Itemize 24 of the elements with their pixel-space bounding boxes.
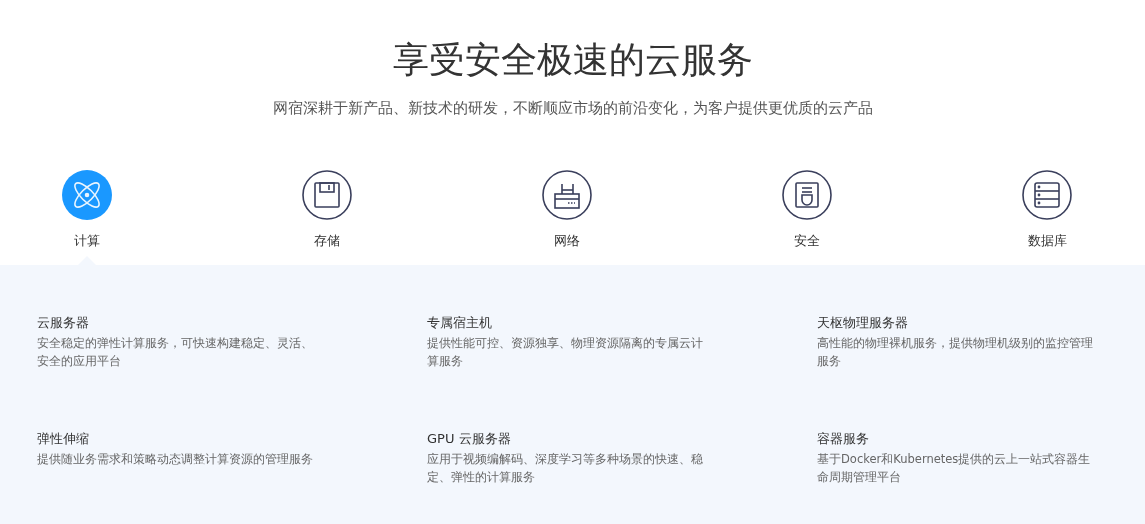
product-name[interactable]: 容器服务 <box>817 430 1145 448</box>
product-name[interactable]: 专属宿主机 <box>427 314 817 332</box>
disk-icon <box>302 170 352 220</box>
category-tab[interactable]: 网络 <box>531 170 603 250</box>
router-icon <box>542 170 592 220</box>
product-description: 提供随业务需求和策略动态调整计算资源的管理服务 <box>37 451 314 468</box>
product-description: 高性能的物理裸机服务，提供物理机级别的监控管理服务 <box>817 335 1094 370</box>
category-tab[interactable]: 安全 <box>771 170 843 250</box>
product-description: 提供性能可控、资源独享、物理资源隔离的专属云计算服务 <box>427 335 704 370</box>
product-description: 安全稳定的弹性计算服务，可快速构建稳定、灵活、安全的应用平台 <box>37 335 314 370</box>
product-name[interactable]: 弹性伸缩 <box>37 430 427 448</box>
category-tab[interactable]: 存储 <box>291 170 363 250</box>
atom-icon <box>62 170 112 220</box>
shield-icon <box>782 170 832 220</box>
page-title: 享受安全极速的云服务 <box>391 38 754 82</box>
product-name[interactable]: 天枢物理服务器 <box>817 314 1145 332</box>
product-name[interactable]: GPU 云服务器 <box>427 430 817 448</box>
category-tab[interactable]: 数据库 <box>1011 170 1083 250</box>
product-description: 基于Docker和Kubernetes提供的云上一站式容器生命周期管理平台 <box>817 451 1092 486</box>
category-tab[interactable]: 计算 <box>51 170 123 250</box>
product-name[interactable]: 云服务器 <box>37 314 427 332</box>
product-description: 应用于视频编解码、深度学习等多种场景的快速、稳定、弹性的计算服务 <box>427 451 704 486</box>
server-icon <box>1022 170 1072 220</box>
page-subtitle: 网宿深耕于新产品、新技术的研发，不断顺应市场的前沿变化，为客户提供更优质的云产品 <box>271 98 874 118</box>
